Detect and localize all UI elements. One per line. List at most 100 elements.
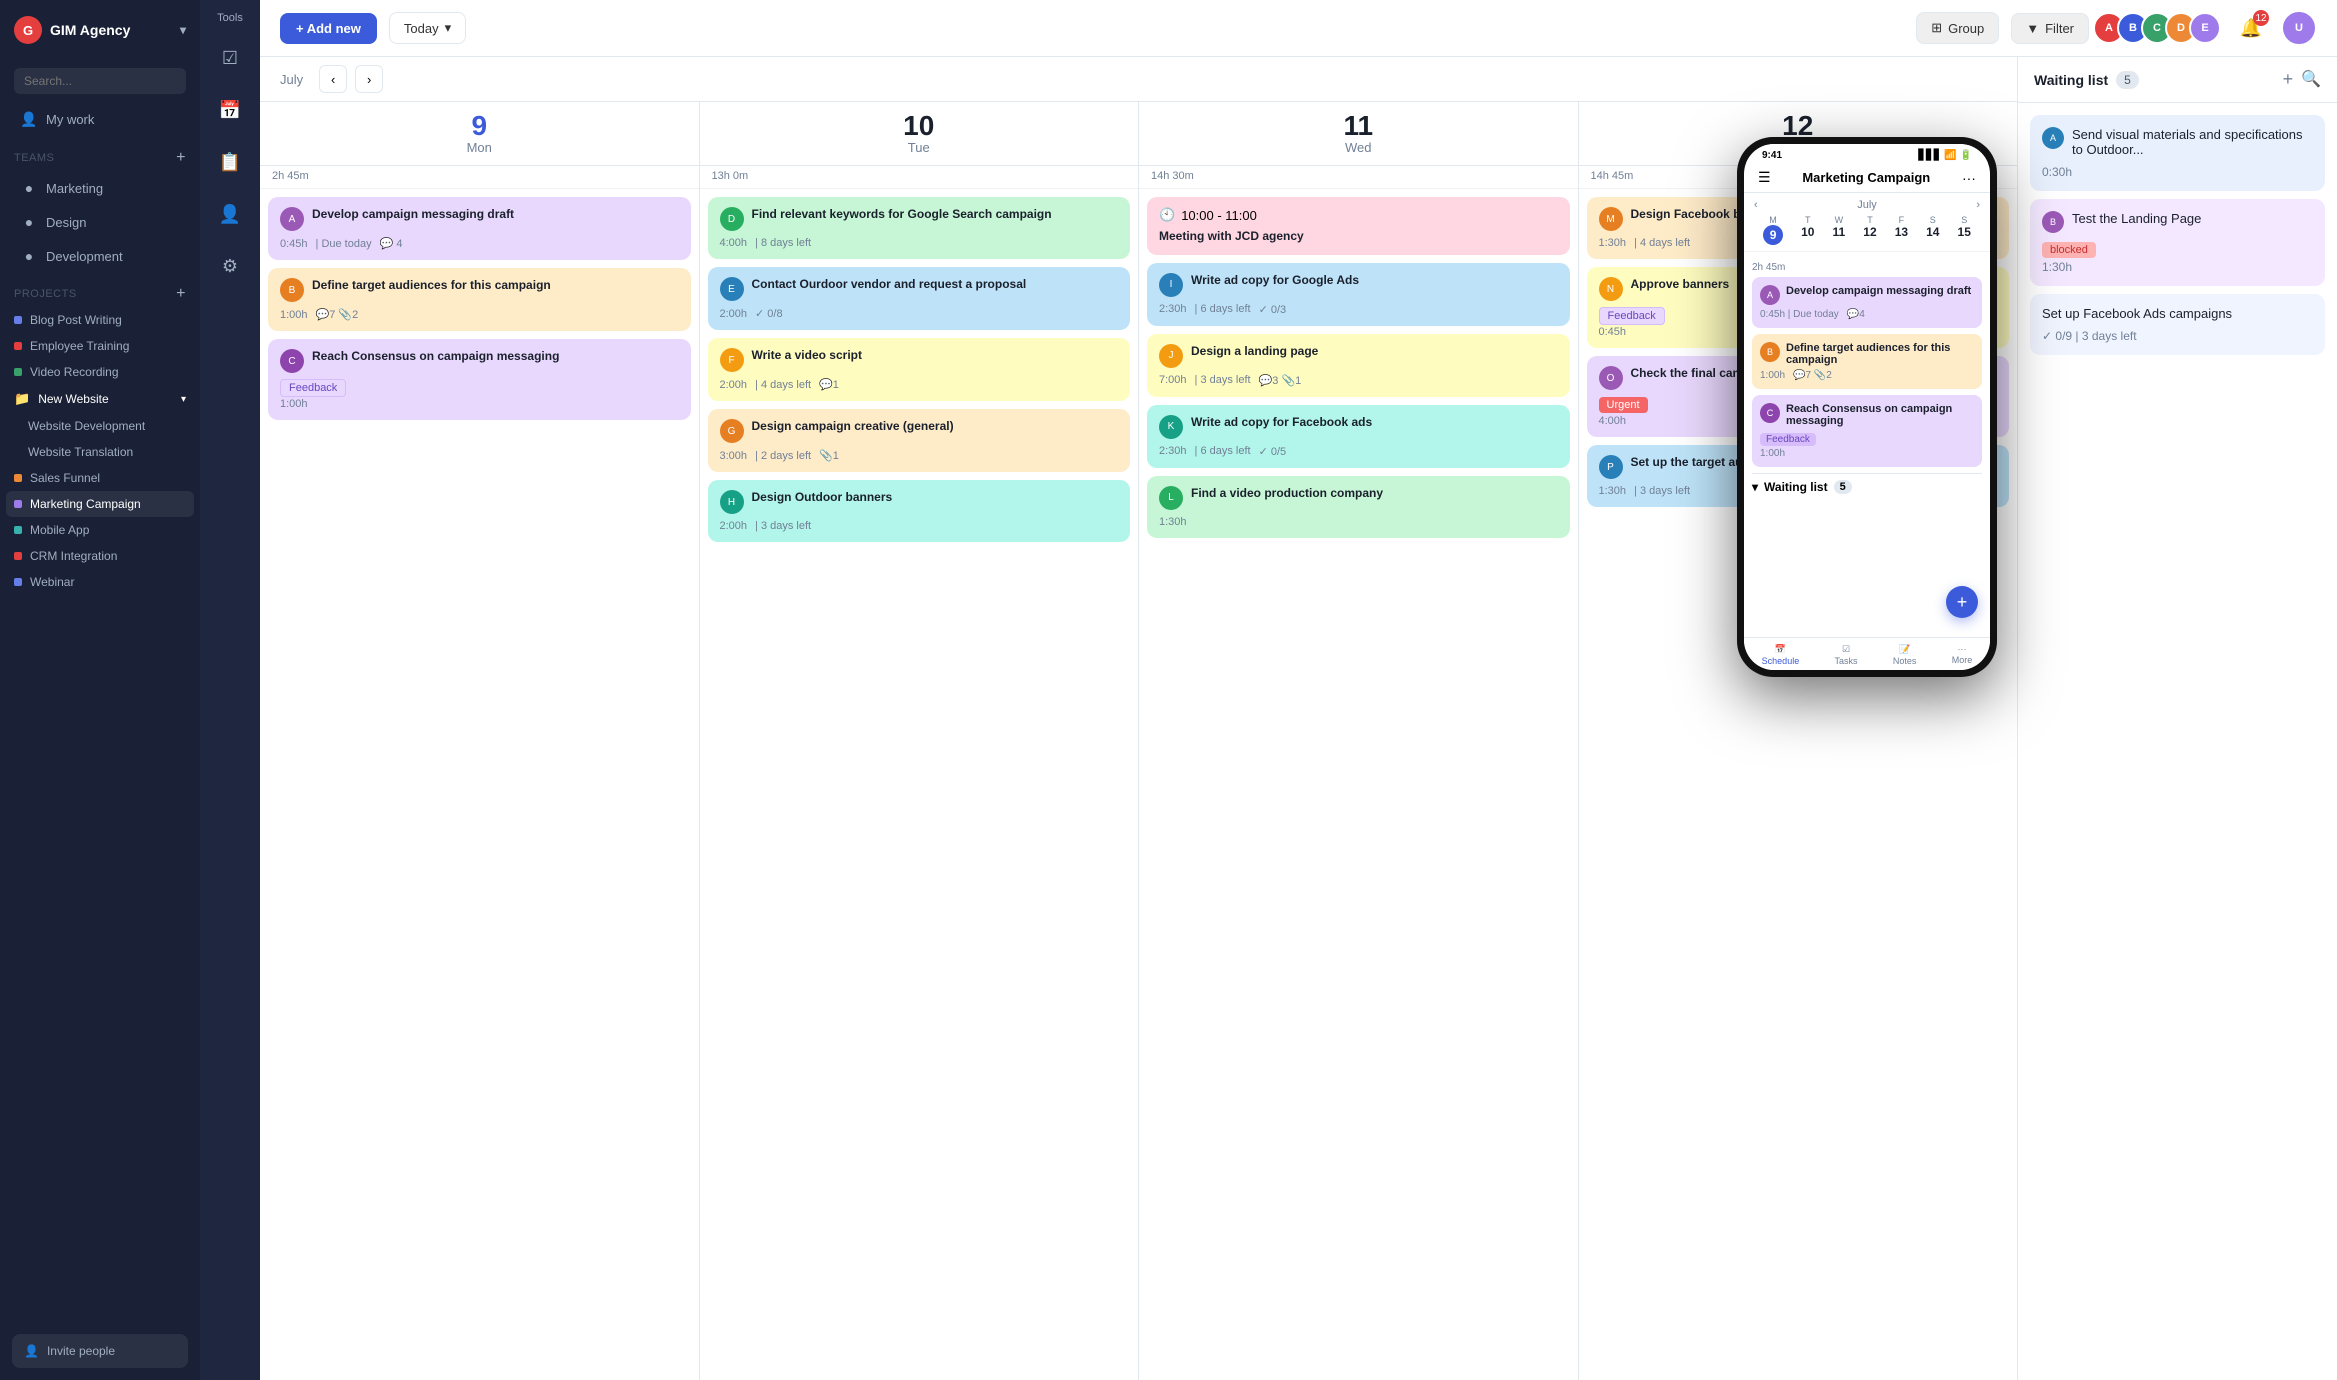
mobile-nav-tasks[interactable]: ☑ Tasks: [1835, 644, 1858, 666]
task-card[interactable]: E Contact Ourdoor vendor and request a p…: [708, 267, 1131, 330]
project-dot: [14, 578, 22, 586]
sidebar-item-marketing-campaign[interactable]: Marketing Campaign: [6, 491, 194, 517]
tool-person[interactable]: 👤: [212, 196, 248, 232]
sidebar-item-mywork[interactable]: 👤 My work: [6, 103, 194, 136]
task-card[interactable]: H Design Outdoor banners 2:00h | 3 days …: [708, 480, 1131, 542]
cal-next-btn[interactable]: ›: [355, 65, 383, 93]
day-name-mon: Mon: [270, 140, 689, 155]
cal-prev-btn[interactable]: ‹: [319, 65, 347, 93]
waiting-card[interactable]: Set up Facebook Ads campaigns ✓ 0/9 | 3 …: [2030, 294, 2325, 355]
tool-checkbox[interactable]: ☑: [212, 40, 248, 76]
task-card[interactable]: F Write a video script 2:00h | 4 days le…: [708, 338, 1131, 401]
group-button[interactable]: ⊞ Group: [1916, 12, 1999, 44]
task-card[interactable]: C Reach Consensus on campaign messaging …: [268, 339, 691, 420]
task-card[interactable]: D Find relevant keywords for Google Sear…: [708, 197, 1131, 259]
task-title: Approve banners: [1631, 277, 1730, 293]
mobile-status-bar: 9:41 ▋▋▋ 📶 🔋: [1744, 144, 1990, 163]
task-card[interactable]: J Design a landing page 7:00h | 3 days l…: [1147, 334, 1570, 397]
user-avatar[interactable]: U: [2281, 10, 2317, 46]
prev-month-icon[interactable]: ‹: [1754, 199, 1758, 211]
task-header: C Reach Consensus on campaign messaging: [280, 349, 679, 373]
sidebar-item-webinar[interactable]: Webinar: [0, 569, 200, 595]
today-chevron-icon: ▾: [445, 20, 452, 36]
projects-add-btn[interactable]: +: [176, 285, 186, 303]
day-name-wed: Wed: [1149, 140, 1568, 155]
mobile-tasks-area: 2h 45m A Develop campaign messaging draf…: [1744, 252, 1990, 637]
task-header: G Design campaign creative (general): [720, 419, 1119, 443]
task-card[interactable]: L Find a video production company 1:30h: [1147, 476, 1570, 538]
hamburger-icon[interactable]: ☰: [1758, 169, 1771, 186]
tool-calendar[interactable]: 📅: [212, 92, 248, 128]
mobile-task-card[interactable]: A Develop campaign messaging draft 0:45h…: [1752, 277, 1982, 328]
waiting-card[interactable]: A Send visual materials and specificatio…: [2030, 115, 2325, 191]
day-col-mon: 9 Mon 2h 45m A Develop campaign messagin…: [260, 102, 700, 1380]
sidebar-item-new-website[interactable]: 📁 New Website ▾: [0, 385, 200, 413]
day-hours-wed: 14h 30m: [1139, 166, 1578, 189]
sidebar-item-website-trans[interactable]: Website Translation: [0, 439, 200, 465]
mobile-nav-more[interactable]: ··· More: [1952, 644, 1973, 666]
sidebar-item-employee-training[interactable]: Employee Training: [0, 333, 200, 359]
filter-button[interactable]: ▼ Filter: [2011, 13, 2089, 44]
sidebar-item-marketing[interactable]: ● Marketing: [6, 172, 194, 204]
sidebar-item-crm[interactable]: CRM Integration: [0, 543, 200, 569]
app-logo[interactable]: G GIM Agency ▾: [0, 0, 200, 60]
tool-list[interactable]: 📋: [212, 144, 248, 180]
waiting-task-name: Test the Landing Page: [2072, 211, 2201, 226]
notification-button[interactable]: 🔔 12: [2233, 10, 2269, 46]
avatar-5[interactable]: E: [2189, 12, 2221, 44]
team-avatars[interactable]: A B C D E: [2101, 12, 2221, 44]
task-meta: 1:00h 💬7 📎2: [280, 308, 679, 321]
mobile-task-avatar: B: [1760, 342, 1780, 362]
calendar-wrap: July ‹ › 9 Mon 2h 45m A: [260, 57, 2337, 1380]
mobile-task-title: Reach Consensus on campaign messaging: [1786, 403, 1974, 427]
day-name-tue: Tue: [710, 140, 1129, 155]
task-meta: 2:30h | 6 days left ✓ 0/5: [1159, 445, 1558, 458]
event-title: Meeting with JCD agency: [1159, 229, 1558, 245]
mobile-nav-schedule[interactable]: 📅 Schedule: [1762, 644, 1800, 666]
task-title: Design a landing page: [1191, 344, 1318, 360]
waiting-card[interactable]: B Test the Landing Page blocked 1:30h: [2030, 199, 2325, 286]
search-waiting-btn[interactable]: 🔍: [2301, 69, 2321, 90]
mobile-task-card[interactable]: B Define target audiences for this campa…: [1752, 334, 1982, 389]
mobile-nav-notes[interactable]: 📝 Notes: [1893, 644, 1917, 666]
today-button[interactable]: Today ▾: [389, 12, 466, 44]
task-meta: 7:00h | 3 days left 💬3 📎1: [1159, 374, 1558, 387]
sidebar-item-video-recording[interactable]: Video Recording: [0, 359, 200, 385]
sidebar-item-design[interactable]: ● Design: [6, 206, 194, 238]
sidebar-item-blog-post[interactable]: Blog Post Writing: [0, 307, 200, 333]
sidebar-item-mobile-app[interactable]: Mobile App: [0, 517, 200, 543]
mobile-more-icon[interactable]: ···: [1962, 170, 1976, 186]
tool-settings[interactable]: ⚙: [212, 248, 248, 284]
search-input[interactable]: [14, 68, 186, 94]
mobile-task-comments: 💬7 📎2: [1793, 370, 1832, 381]
mobile-task-card[interactable]: C Reach Consensus on campaign messaging …: [1752, 395, 1982, 467]
mobile-fab-btn[interactable]: +: [1946, 586, 1978, 618]
task-time: 4:00h: [1599, 415, 1627, 427]
sidebar-item-website-dev[interactable]: Website Development: [0, 413, 200, 439]
task-card[interactable]: K Write ad copy for Facebook ads 2:30h |…: [1147, 405, 1570, 468]
task-card[interactable]: B Define target audiences for this campa…: [268, 268, 691, 331]
task-avatar: L: [1159, 486, 1183, 510]
nav-tasks-label: Tasks: [1835, 656, 1858, 666]
add-new-button[interactable]: + Add new: [280, 13, 377, 44]
teams-add-btn[interactable]: +: [176, 149, 186, 167]
invite-label: Invite people: [47, 1344, 115, 1358]
sidebar-item-development[interactable]: ● Development: [6, 240, 194, 272]
mobile-signal: ▋▋▋ 📶 🔋: [1918, 150, 1972, 161]
mobile-task-meta: 0:45h | Due today 💬4: [1760, 309, 1974, 320]
next-month-icon[interactable]: ›: [1976, 199, 1980, 211]
sidebar-item-sales-funnel[interactable]: Sales Funnel: [0, 465, 200, 491]
project-dot: [14, 474, 22, 482]
app-chevron[interactable]: ▾: [180, 23, 186, 37]
add-waiting-btn[interactable]: +: [2283, 69, 2294, 90]
task-card-event[interactable]: 🕙 10:00 - 11:00 Meeting with JCD agency: [1147, 197, 1570, 255]
task-card[interactable]: G Design campaign creative (general) 3:0…: [708, 409, 1131, 472]
task-card[interactable]: A Develop campaign messaging draft 0:45h…: [268, 197, 691, 260]
team-icon: ●: [20, 180, 38, 196]
task-card[interactable]: I Write ad copy for Google Ads 2:30h | 6…: [1147, 263, 1570, 326]
invite-people-btn[interactable]: 👤 Invite people: [12, 1334, 188, 1368]
expand-icon[interactable]: ▾: [181, 394, 186, 405]
task-avatar: B: [280, 278, 304, 302]
month-label: July: [280, 72, 303, 87]
task-comments: 💬1: [819, 378, 839, 391]
